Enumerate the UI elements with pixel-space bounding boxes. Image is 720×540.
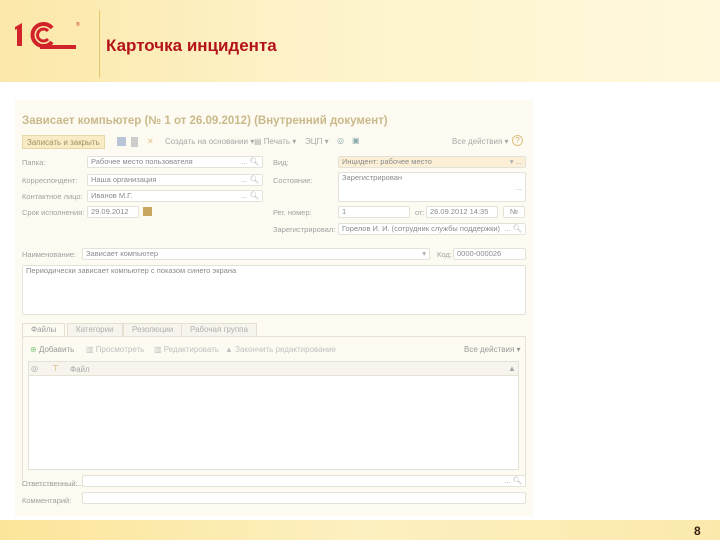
deadline-field[interactable]: 29.09.2012 — [87, 206, 139, 218]
name-label: Наименование: — [22, 250, 77, 259]
view-button[interactable]: ▥ Просмотреть — [86, 345, 144, 354]
name-value: Зависает компьютер — [86, 249, 159, 258]
correspondent-label: Корреспондент: — [22, 176, 78, 185]
print-label: Печать ▾ — [263, 137, 297, 146]
tab-workgroup[interactable]: Рабочая группа — [181, 323, 257, 336]
form-title: Зависает компьютер (№ 1 от 26.09.2012) (… — [22, 115, 388, 127]
files-table[interactable] — [28, 361, 519, 470]
folder-value: Рабочее место пользователя — [91, 157, 193, 166]
edit-icon: ▥ — [154, 345, 164, 354]
correspondent-field[interactable]: Наша организация ... 🔍︎ — [87, 174, 263, 186]
tab-files[interactable]: Файлы — [22, 323, 66, 336]
1c-logo: ® — [15, 21, 80, 49]
dropdown-icon[interactable]: ▾ — [422, 249, 426, 259]
key-column-icon: ⊤ — [52, 364, 59, 373]
add-file-button[interactable]: ⊕ Добавить — [30, 345, 74, 354]
responsible-field[interactable]: ... 🔍︎ — [82, 475, 526, 487]
kind-label: Вид: — [273, 158, 289, 167]
printer-icon: ▤ — [254, 137, 264, 146]
all-actions-button[interactable]: Все действия ▾ — [452, 137, 509, 146]
correspondent-value: Наша организация — [91, 175, 157, 184]
code-label: Код: — [437, 250, 452, 259]
mark-delete-icon[interactable]: ✕ — [147, 137, 154, 146]
select-button[interactable]: ... — [516, 183, 522, 193]
comment-field[interactable] — [82, 492, 526, 504]
state-value: Зарегистрирован — [342, 173, 403, 182]
kind-value: Инцидент: рабочее место — [342, 157, 432, 166]
description-textarea[interactable]: Периодически зависает компьютер с показо… — [22, 265, 526, 315]
responsible-label: Ответственный: — [22, 479, 78, 488]
header-divider — [99, 10, 100, 78]
attachment-icon[interactable]: ▣ — [352, 136, 360, 145]
calendar-icon[interactable] — [143, 207, 152, 216]
date-from-label: от: — [415, 208, 425, 217]
save-close-button[interactable]: Записать и закрыть — [22, 135, 105, 149]
deadline-label: Срок исполнения: — [22, 208, 85, 217]
globe-icon[interactable]: ◎ — [337, 136, 344, 145]
tab-categories[interactable]: Категории — [67, 323, 123, 336]
sort-icon[interactable]: ▲ — [508, 364, 516, 373]
state-label: Состояние: — [273, 176, 313, 185]
files-all-actions-button[interactable]: Все действия ▾ — [464, 345, 521, 354]
search-icon[interactable]: ... 🔍︎ — [241, 157, 259, 167]
contact-value: Иванов М.Г. — [91, 191, 133, 200]
help-icon[interactable]: ? — [512, 135, 523, 146]
reg-date-field[interactable]: 26.09.2012 14:35 — [426, 206, 498, 218]
edit-label: Редактировать — [163, 345, 220, 354]
reg-number-field[interactable]: 1 — [338, 206, 410, 218]
globe-column-icon: ◎ — [31, 364, 38, 373]
view-icon: ▥ — [86, 345, 96, 354]
contact-label: Контактное лицо: — [22, 192, 83, 201]
add-icon: ⊕ — [30, 345, 39, 354]
add-label: Добавить — [38, 345, 75, 354]
slide-footer — [0, 520, 720, 540]
slide-title: Карточка инцидента — [106, 36, 277, 55]
page-number: 8 — [694, 524, 701, 538]
search-icon[interactable]: ... 🔍︎ — [504, 224, 522, 234]
post-icon[interactable] — [131, 137, 138, 147]
contact-field[interactable]: Иванов М.Г. ... 🔍︎ — [87, 190, 263, 202]
dropdown-icon[interactable]: ▾ ... — [510, 157, 522, 167]
esign-button[interactable]: ЭЦП ▾ — [305, 137, 329, 146]
reg-number-label: Рег. номер: — [273, 208, 312, 217]
finish-label: Закончить редактирование — [235, 345, 336, 354]
number-button[interactable]: № — [503, 206, 525, 218]
finish-edit-button[interactable]: ▲ Закончить редактирование — [225, 345, 336, 354]
state-field[interactable]: Зарегистрирован... — [338, 172, 526, 202]
file-column-header[interactable]: Файл — [70, 365, 90, 374]
comment-label: Комментарий: — [22, 496, 72, 505]
edit-button[interactable]: ▥ Редактировать — [154, 345, 219, 354]
registered-by-value: Горелов И. И. (сотрудник службы поддержк… — [342, 224, 501, 233]
print-button[interactable]: ▤ Печать ▾ — [254, 137, 296, 146]
view-label: Просмотреть — [95, 345, 145, 354]
svg-text:®: ® — [76, 21, 80, 28]
code-field[interactable]: 0000-000026 — [453, 248, 526, 260]
files-table-header — [29, 362, 518, 376]
kind-field[interactable]: Инцидент: рабочее место ▾ ... — [338, 156, 526, 168]
save-icon[interactable] — [117, 137, 126, 146]
search-icon[interactable]: ... 🔍︎ — [241, 175, 259, 185]
search-icon[interactable]: ... 🔍︎ — [504, 476, 522, 486]
create-based-button[interactable]: Создать на основании ▾ — [165, 137, 254, 146]
registered-by-field[interactable]: Горелов И. И. (сотрудник службы поддержк… — [338, 223, 526, 235]
tab-resolutions[interactable]: Резолюции — [123, 323, 183, 336]
name-field[interactable]: Зависает компьютер ▾ — [82, 248, 430, 260]
folder-field[interactable]: Рабочее место пользователя ... 🔍︎ — [87, 156, 263, 168]
lock-icon: ▲ — [225, 345, 236, 354]
search-icon[interactable]: ... 🔍︎ — [241, 191, 259, 201]
folder-label: Папка: — [22, 158, 46, 167]
registered-by-label: Зарегистрировал: — [273, 225, 336, 234]
